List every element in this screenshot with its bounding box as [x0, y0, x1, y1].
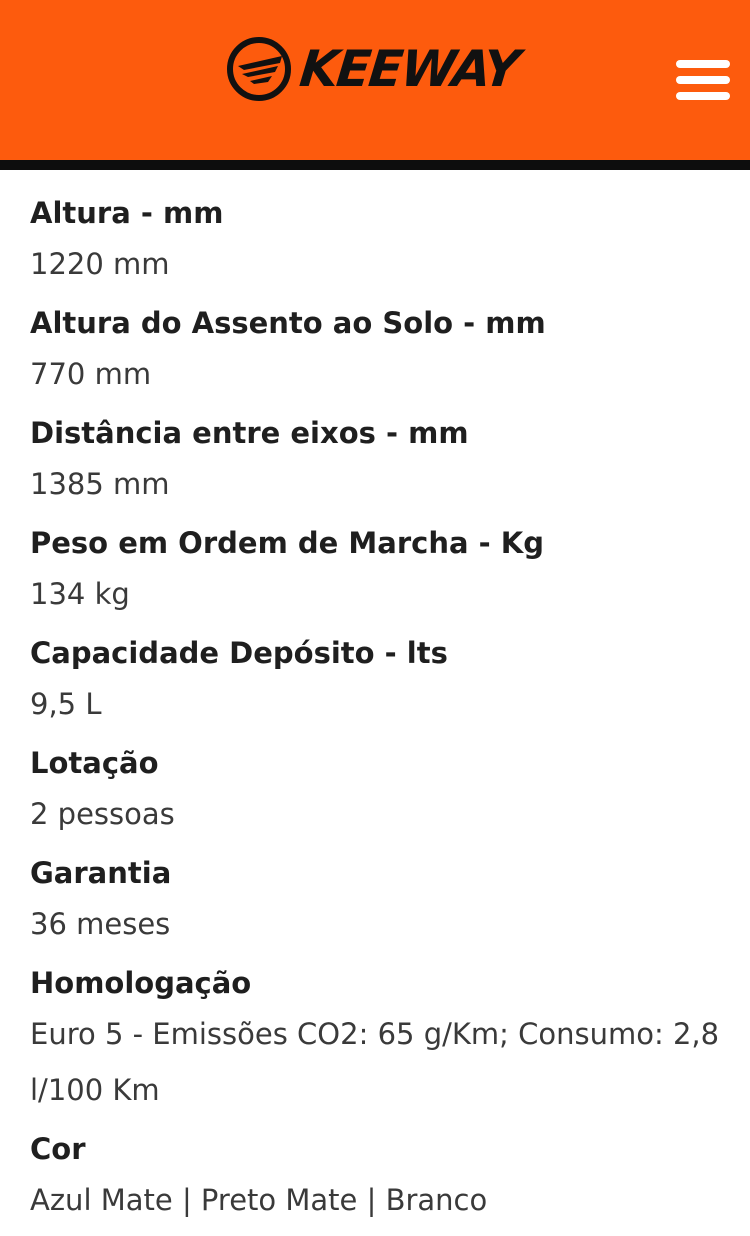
spec-label: Homologação — [30, 966, 252, 1000]
spec-item: Cor Azul Mate | Preto Mate | Branco — [30, 1126, 720, 1228]
spec-item: Altura do Assento ao Solo - mm 770 mm — [30, 300, 720, 402]
spec-value: 2 pessoas — [30, 797, 175, 831]
spec-value: Azul Mate | Preto Mate | Branco — [30, 1183, 488, 1217]
spec-label: Capacidade Depósito - lts — [30, 636, 448, 670]
spec-label: Garantia — [30, 856, 172, 890]
site-header: KEEWAY — [0, 0, 750, 170]
spec-value: Euro 5 - Emissões CO2: 65 g/Km; Consumo:… — [30, 1017, 720, 1107]
menu-bar — [676, 92, 730, 100]
spec-item: Distância entre eixos - mm 1385 mm — [30, 410, 720, 512]
spec-label: Peso em Ordem de Marcha - Kg — [30, 526, 544, 560]
brand-logo[interactable]: KEEWAY — [226, 34, 521, 104]
spec-value: 36 meses — [30, 907, 171, 941]
brand-name: KEEWAY — [296, 40, 521, 98]
spec-value: 1385 mm — [30, 467, 170, 501]
spec-label: Altura - mm — [30, 196, 224, 230]
menu-bar — [676, 76, 730, 84]
menu-bar — [676, 60, 730, 68]
hamburger-menu-icon[interactable] — [676, 58, 730, 102]
spec-value: 9,5 L — [30, 687, 102, 721]
spec-item: Homologação Euro 5 - Emissões CO2: 65 g/… — [30, 960, 720, 1118]
spec-list: Altura - mm 1220 mm Altura do Assento ao… — [30, 190, 720, 1236]
spec-item: Lotação 2 pessoas — [30, 740, 720, 842]
spec-label: Cor — [30, 1132, 86, 1166]
spec-value: 1220 mm — [30, 247, 170, 281]
spec-label: Altura do Assento ao Solo - mm — [30, 306, 546, 340]
keeway-emblem-icon — [227, 37, 291, 101]
spec-item: Altura - mm 1220 mm — [30, 190, 720, 292]
spec-value: 770 mm — [30, 357, 152, 391]
spec-value: 134 kg — [30, 577, 130, 611]
spec-item: Peso em Ordem de Marcha - Kg 134 kg — [30, 520, 720, 622]
spec-item: Capacidade Depósito - lts 9,5 L — [30, 630, 720, 732]
spec-label: Lotação — [30, 746, 159, 780]
spec-label: Distância entre eixos - mm — [30, 416, 469, 450]
spec-item: Garantia 36 meses — [30, 850, 720, 952]
